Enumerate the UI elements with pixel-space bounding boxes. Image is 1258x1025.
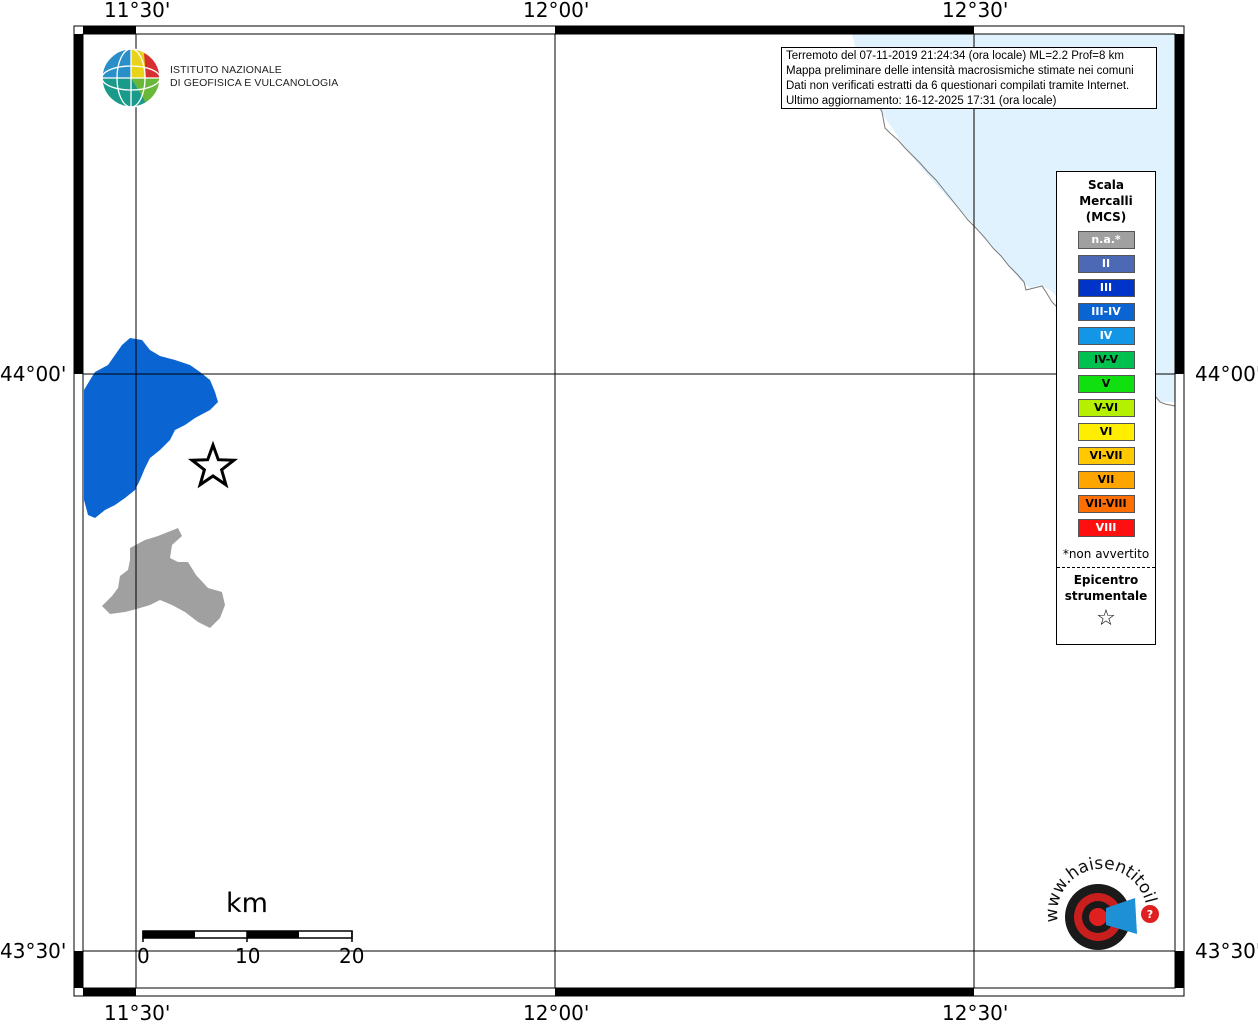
legend-epicenter-label: Epicentro strumentale [1057, 572, 1155, 604]
event-info-line4: Ultimo aggiornamento: 16-12-2025 17:31 (… [786, 95, 1057, 107]
legend-star-icon: ☆ [1096, 606, 1116, 631]
event-info-line2: Mappa preliminare delle intensità macros… [786, 65, 1134, 77]
legend-title-line1: Scala [1087, 178, 1125, 192]
legend-swatch-8: VI [1077, 423, 1135, 441]
legend-swatch-7: V-VI [1077, 399, 1135, 417]
intensity-legend: Scala Mercalli (MCS) n.a.* II III III-IV IV I… [1056, 171, 1156, 645]
scale-tick-0: 0 [137, 944, 150, 968]
legend-title: Scala Mercalli (MCS) [1057, 177, 1155, 225]
right-label-4330: 43°30' [1195, 939, 1258, 963]
epicenter-star [187, 440, 239, 489]
ingv-name-line1: ISTITUTO NAZIONALE [170, 64, 282, 76]
right-label-4400: 44°00' [1195, 362, 1258, 386]
legend-swatch-4: IV [1077, 327, 1135, 345]
legend-swatch-12: VIII [1077, 519, 1135, 537]
legend-swatch-11: VII-VIII [1077, 495, 1135, 513]
ingv-globe-icon [101, 48, 161, 108]
legend-epicenter-line1: Epicentro [1073, 573, 1139, 587]
left-label-4400: 44°00' [0, 362, 67, 386]
legend-title-line3: (MCS) [1085, 210, 1127, 224]
ingv-logo: ISTITUTO NAZIONALE DI GEOFISICA E VULCAN… [100, 47, 338, 109]
legend-swatch-1: II [1077, 255, 1135, 273]
top-label-1200: 12°00' [523, 0, 590, 22]
legend-swatch-3: III-IV [1077, 303, 1135, 321]
event-info-box: Terremoto del 07-11-2019 21:24:34 (ora l… [781, 47, 1157, 109]
top-label-1230: 12°30' [942, 0, 1009, 22]
legend-swatches: n.a.* II III III-IV IV IV-V V V-VI VI VI-VII VII VI… [1057, 231, 1155, 537]
bottom-label-1130: 11°30' [104, 1001, 171, 1025]
municipality-not-felt [102, 528, 225, 628]
left-label-4330: 43°30' [0, 939, 67, 963]
svg-text:?: ? [1147, 908, 1153, 921]
event-info-line1: Terremoto del 07-11-2019 21:24:34 (ora l… [786, 50, 1124, 62]
legend-epicenter-line2: strumentale [1064, 589, 1148, 603]
top-label-1130: 11°30' [104, 0, 171, 22]
bottom-label-1200: 12°00' [523, 1001, 590, 1025]
legend-swatch-5: IV-V [1077, 351, 1135, 369]
legend-title-line2: Mercalli [1079, 194, 1133, 208]
scale-bar [142, 930, 353, 942]
legend-swatch-10: VII [1077, 471, 1135, 489]
ingv-name: ISTITUTO NAZIONALE DI GEOFISICA E VULCAN… [170, 64, 338, 90]
legend-swatch-0: n.a.* [1077, 231, 1135, 249]
scale-title: km [226, 888, 268, 919]
legend-swatch-6: V [1077, 375, 1135, 393]
ingv-name-line2: DI GEOFISICA E VULCANOLOGIA [170, 77, 339, 89]
event-info-line3: Dati non verificati estratti da 6 questi… [786, 80, 1130, 92]
municipality-intensity-iii-iv [84, 338, 218, 518]
scale-tick-20: 20 [339, 944, 365, 968]
legend-swatch-9: VI-VII [1077, 447, 1135, 465]
legend-separator [1057, 567, 1155, 568]
scale-tick-10: 10 [235, 944, 261, 968]
legend-note: *non avvertito [1062, 547, 1150, 561]
bottom-label-1230: 12°30' [942, 1001, 1009, 1025]
legend-swatch-2: III [1077, 279, 1135, 297]
